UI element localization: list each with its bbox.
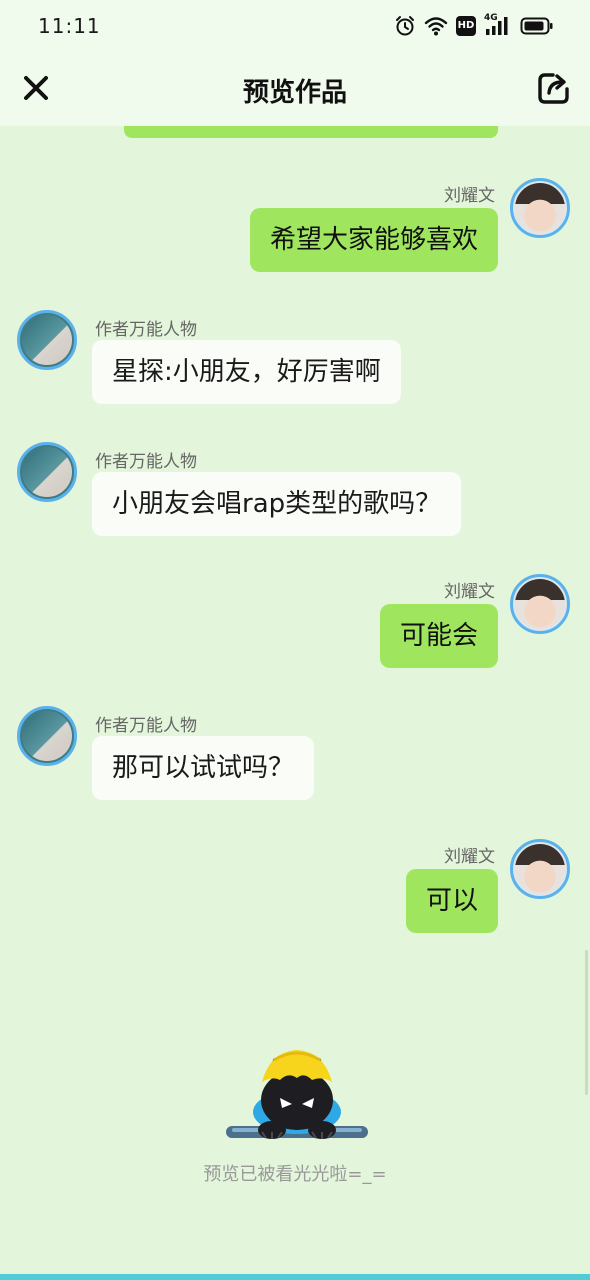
avatar[interactable] xyxy=(17,706,77,766)
message-bubble[interactable]: 小朋友会唱rap类型的歌吗？ xyxy=(92,472,462,536)
avatar[interactable] xyxy=(510,178,570,238)
status-bar: 11:11 HD 4G xyxy=(0,0,590,52)
avatar[interactable] xyxy=(17,442,77,502)
chat-area[interactable]: 刘耀文 希望大家能够喜欢 作者万能人物 星探:小朋友，好厉害啊 作者万能人物 小… xyxy=(0,126,590,1274)
hd-label: HD xyxy=(457,20,475,31)
sender-name: 刘耀文 xyxy=(444,186,495,206)
mascot-icon xyxy=(226,1050,368,1139)
message-left: 作者万能人物 星探:小朋友，好厉害啊 xyxy=(0,310,590,410)
message-left: 作者万能人物 小朋友会唱rap类型的歌吗？ xyxy=(0,442,590,542)
hd-icon: HD xyxy=(456,16,476,36)
avatar-photo xyxy=(515,183,565,233)
avatar-photo xyxy=(22,315,72,365)
message-bubble[interactable]: 星探:小朋友，好厉害啊 xyxy=(92,340,401,404)
avatar-photo xyxy=(22,711,72,761)
status-time: 11:11 xyxy=(38,14,101,38)
battery-icon xyxy=(520,16,554,36)
scrollbar[interactable] xyxy=(585,950,588,1095)
message-right: 刘耀文 希望大家能够喜欢 xyxy=(0,178,590,278)
share-icon xyxy=(538,73,569,104)
message-bubble[interactable]: 希望大家能够喜欢 xyxy=(249,208,498,272)
message-left: 作者万能人物 那可以试试吗？ xyxy=(0,706,590,806)
avatar[interactable] xyxy=(17,310,77,370)
avatar-photo xyxy=(515,579,565,629)
share-button[interactable] xyxy=(536,70,572,106)
avatar[interactable] xyxy=(510,574,570,634)
avatar-photo xyxy=(22,447,72,497)
message-bubble-partial[interactable] xyxy=(124,126,498,138)
end-of-preview-text: 预览已被看光光啦=_= xyxy=(203,1164,387,1185)
message-bubble[interactable]: 那可以试试吗？ xyxy=(92,736,315,800)
avatar[interactable] xyxy=(510,839,570,899)
message-bubble[interactable]: 可以 xyxy=(405,869,498,933)
sender-name: 作者万能人物 xyxy=(95,320,197,340)
header: 预览作品 xyxy=(0,52,590,126)
4g-signal-icon: 4G xyxy=(484,13,512,37)
sender-name: 作者万能人物 xyxy=(95,716,197,736)
wifi-icon xyxy=(424,15,448,37)
alarm-icon xyxy=(394,15,416,37)
avatar-photo xyxy=(515,844,565,894)
bottom-bar xyxy=(0,1274,590,1280)
message-right: 刘耀文 可能会 xyxy=(0,574,590,674)
message-right: 刘耀文 可以 xyxy=(0,839,590,939)
message-bubble[interactable]: 可能会 xyxy=(379,604,498,668)
sender-name: 刘耀文 xyxy=(444,582,495,602)
status-icons: HD 4G xyxy=(394,13,554,38)
sender-name: 刘耀文 xyxy=(444,847,495,867)
sender-name: 作者万能人物 xyxy=(95,452,197,472)
page-title: 预览作品 xyxy=(242,78,347,108)
